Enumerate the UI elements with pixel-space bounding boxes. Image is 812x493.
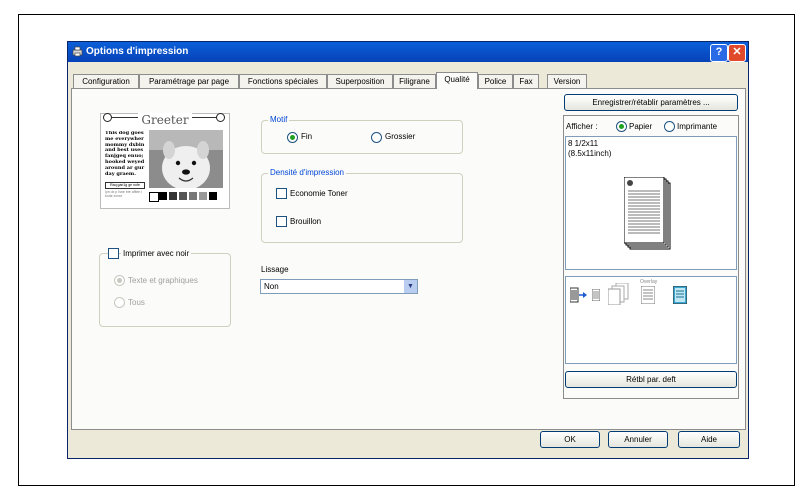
quality-preview-image: Greeter This dog goes me everywher mommy… [100, 113, 230, 209]
afficher-label: Afficher : [566, 122, 598, 131]
densite-group: Densité d'impression Economie Toner Brou… [261, 168, 463, 243]
tab-version[interactable]: Version [547, 74, 587, 88]
imprimer-noir-group: Imprimer avec noir Texte et graphiques T… [99, 248, 231, 327]
brouillon-label[interactable]: Brouillon [290, 217, 321, 226]
tab-configuration[interactable]: Configuration [73, 74, 139, 88]
save-restore-button[interactable]: Enregistrer/rétablir paramètres ... [564, 94, 738, 111]
overlay-label: Overlay [640, 279, 658, 285]
tab-parametrage-par-page[interactable]: Paramétrage par page [139, 74, 239, 88]
motif-group: Motif Fin Grossier [261, 115, 463, 154]
overlay-page-icon [641, 286, 655, 304]
papier-label[interactable]: Papier [629, 122, 652, 131]
title-bar[interactable]: Options d'impression ? ✕ [68, 42, 748, 62]
help-button[interactable]: ? [710, 44, 728, 62]
preview-swatches [149, 192, 225, 202]
brouillon-checkbox[interactable] [276, 216, 287, 227]
ok-button[interactable]: OK [540, 431, 600, 448]
tab-fonctions-speciales[interactable]: Fonctions spéciales [239, 74, 327, 88]
printer-icon [72, 46, 83, 57]
window-title: Options d'impression [86, 46, 189, 57]
color-page-icon [673, 286, 687, 304]
tab-superposition[interactable]: Superposition [327, 74, 393, 88]
motif-grossier-label[interactable]: Grossier [385, 132, 415, 141]
document-arrow-icon [570, 287, 587, 303]
preview-caption-box: Raq gan1g ge nofe [105, 182, 145, 189]
paper-preview-box: 8 1/2x11 (8.5x11inch) [565, 136, 737, 270]
motif-fin-radio[interactable] [287, 132, 298, 143]
stacked-pages-icon [608, 283, 629, 305]
paper-stack-icon [624, 177, 671, 250]
densite-label: Densité d'impression [268, 168, 347, 178]
tab-police[interactable]: Police [478, 74, 513, 88]
preview-heading: Greeter [138, 113, 192, 127]
texte-graphiques-label[interactable]: Texte et graphiques [128, 276, 198, 285]
paper-size-inch-label: (8.5x11inch) [568, 149, 612, 158]
tab-filigrane[interactable]: Filigrane [393, 74, 436, 88]
imprimante-label[interactable]: Imprimante [677, 122, 717, 131]
annuler-button[interactable]: Annuler [608, 431, 668, 448]
page-icon [592, 289, 600, 301]
dog-photo [149, 130, 223, 188]
preview-body-text: This dog goes me everywher mommy dxbin a… [105, 131, 145, 177]
lissage-select[interactable]: Non ▼ [260, 279, 418, 294]
motif-grossier-radio[interactable] [371, 132, 382, 143]
print-options-dialog: Options d'impression ? ✕ Configuration P… [67, 41, 749, 459]
close-button[interactable]: ✕ [728, 44, 746, 62]
aide-button[interactable]: Aide [678, 431, 740, 448]
imprimante-radio[interactable] [664, 121, 675, 132]
reset-defaults-button[interactable]: Rétbl par. deft [565, 371, 737, 388]
preview-pane: Afficher : Papier Imprimante 8 1/2x11 (8… [563, 115, 739, 399]
motif-label: Motif [268, 115, 290, 125]
imprimer-noir-label[interactable]: Imprimer avec noir [121, 249, 192, 258]
overlay-preview-box: Overlay [565, 276, 737, 364]
economie-toner-checkbox[interactable] [276, 188, 287, 199]
lissage-label: Lissage [261, 265, 289, 274]
dog-photo-graphic [149, 130, 223, 188]
tab-fax[interactable]: Fax [513, 74, 539, 88]
tab-qualite[interactable]: Qualité [436, 72, 478, 89]
papier-radio[interactable] [616, 121, 627, 132]
preview-small-text: Iyn dx p Isne bre afflen l kode xxxxx [105, 190, 143, 198]
tous-radio[interactable] [114, 297, 125, 308]
economie-toner-label[interactable]: Economie Toner [290, 189, 348, 198]
imprimer-noir-checkbox[interactable] [108, 248, 119, 259]
motif-fin-label[interactable]: Fin [301, 132, 312, 141]
texte-graphiques-radio[interactable] [114, 275, 125, 286]
qualite-panel: Greeter This dog goes me everywher mommy… [71, 88, 746, 430]
tous-label[interactable]: Tous [128, 298, 145, 307]
paper-size-label: 8 1/2x11 [568, 139, 599, 148]
lissage-value: Non [264, 282, 279, 291]
chevron-down-icon[interactable]: ▼ [404, 280, 417, 293]
